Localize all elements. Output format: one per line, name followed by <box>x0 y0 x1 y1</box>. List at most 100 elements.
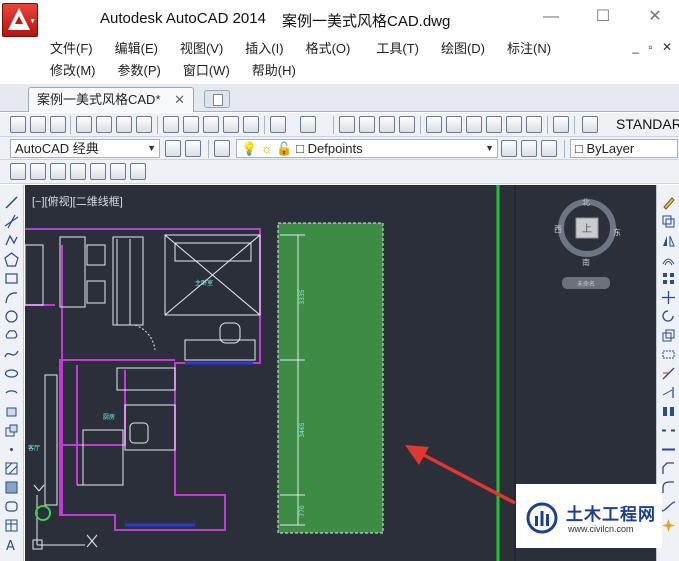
point-icon[interactable] <box>4 442 19 457</box>
erase-icon[interactable] <box>661 195 676 210</box>
scale-icon[interactable] <box>661 328 676 343</box>
stretch-icon[interactable] <box>661 347 676 362</box>
redo-icon[interactable] <box>300 116 316 133</box>
menu-file[interactable]: 文件(F) <box>50 38 93 60</box>
arc-icon[interactable] <box>4 290 19 305</box>
menu-tools[interactable]: 工具(T) <box>376 38 419 60</box>
copy-icon[interactable] <box>183 116 199 133</box>
cut-icon[interactable] <box>163 116 179 133</box>
menu-window[interactable]: 窗口(W) <box>183 60 230 82</box>
calculator-icon[interactable] <box>526 116 542 133</box>
layer-state-icon[interactable] <box>541 140 557 157</box>
document-window-controls[interactable]: _ ▫ ✕ <box>632 40 675 54</box>
ellipse-arc-icon[interactable] <box>4 385 19 400</box>
save-icon[interactable] <box>50 116 66 133</box>
table-icon[interactable] <box>4 518 19 533</box>
workspace-settings-icon[interactable] <box>165 140 181 157</box>
plot-icon[interactable] <box>76 116 92 133</box>
make-block-icon[interactable] <box>4 423 19 438</box>
design-center-icon[interactable] <box>446 116 462 133</box>
polyline-icon[interactable] <box>4 233 19 248</box>
circle-icon[interactable] <box>4 309 19 324</box>
markup-icon[interactable] <box>506 116 522 133</box>
copy-object-icon[interactable] <box>661 214 676 229</box>
undo-icon[interactable] <box>270 116 286 133</box>
blend-curves-icon[interactable] <box>661 499 676 514</box>
pan-icon[interactable] <box>339 116 355 133</box>
sheet-set-icon[interactable] <box>486 116 502 133</box>
gradient-icon[interactable] <box>4 480 19 495</box>
tool-palettes-icon[interactable] <box>466 116 482 133</box>
menu-parameters[interactable]: 参数(P) <box>118 60 161 82</box>
construction-line-icon[interactable] <box>4 214 19 229</box>
paste-icon[interactable] <box>203 116 219 133</box>
text-style-icon[interactable] <box>582 116 598 133</box>
minimize-button[interactable]: — <box>536 6 566 28</box>
block-editor-icon[interactable] <box>243 116 259 133</box>
customize-icon[interactable] <box>185 140 201 157</box>
close-button[interactable]: ✕ <box>640 6 670 28</box>
revision-cloud-icon[interactable] <box>4 328 19 343</box>
array-icon[interactable] <box>661 271 676 286</box>
new-drawing-tab-button[interactable] <box>204 90 230 108</box>
move-icon[interactable] <box>661 290 676 305</box>
plot-preview-icon[interactable] <box>96 116 112 133</box>
hatch-icon[interactable] <box>4 461 19 476</box>
viewcube[interactable] <box>558 199 616 289</box>
help-icon[interactable] <box>553 116 569 133</box>
ellipse-icon[interactable] <box>4 366 19 381</box>
layer-lock-tool-icon[interactable] <box>90 163 106 180</box>
viewport-controls-label[interactable]: [−][俯视][二维线框] <box>32 193 123 209</box>
rectangle-icon[interactable] <box>4 271 19 286</box>
color-dropdown[interactable]: □ ByLayer <box>570 139 678 158</box>
menu-draw[interactable]: 绘图(D) <box>441 38 485 60</box>
break-icon[interactable] <box>661 423 676 438</box>
explode-icon[interactable] <box>661 518 676 533</box>
trim-icon[interactable] <box>661 366 676 381</box>
layer-properties-icon[interactable] <box>214 140 230 157</box>
region-icon[interactable] <box>4 499 19 514</box>
menu-edit[interactable]: 编辑(E) <box>115 38 158 60</box>
break-at-point-icon[interactable] <box>661 404 676 419</box>
make-current-layer-icon[interactable] <box>501 140 517 157</box>
menu-insert[interactable]: 插入(I) <box>245 38 283 60</box>
new-file-icon[interactable] <box>10 116 26 133</box>
application-menu-button[interactable]: ▼ <box>2 3 38 37</box>
layer-isolate-icon[interactable] <box>30 163 46 180</box>
layer-dropdown[interactable]: 💡 ☼ 🔓 □ Defpoints ▼ <box>236 139 498 158</box>
spline-icon[interactable] <box>4 347 19 362</box>
multiline-text-icon[interactable]: A <box>4 537 19 554</box>
maximize-button[interactable]: ☐ <box>588 6 618 28</box>
publish-icon[interactable] <box>116 116 132 133</box>
extend-icon[interactable] <box>661 385 676 400</box>
line-icon[interactable] <box>4 195 19 210</box>
layer-freeze-icon[interactable] <box>50 163 66 180</box>
layer-merge-icon[interactable] <box>110 163 126 180</box>
open-file-icon[interactable] <box>30 116 46 133</box>
file-tab-active[interactable]: 案例一美式风格CAD* ✕ <box>28 87 194 112</box>
layer-previous-icon[interactable] <box>521 140 537 157</box>
fillet-icon[interactable] <box>661 480 676 495</box>
zoom-previous-icon[interactable] <box>399 116 415 133</box>
properties-icon[interactable] <box>426 116 442 133</box>
zoom-window-icon[interactable] <box>379 116 395 133</box>
offset-icon[interactable] <box>661 252 676 267</box>
layer-off-icon[interactable] <box>70 163 86 180</box>
menu-view[interactable]: 视图(V) <box>180 38 223 60</box>
join-icon[interactable] <box>661 442 676 457</box>
chamfer-icon[interactable] <box>661 461 676 476</box>
workspace-dropdown[interactable]: AutoCAD 经典 ▼ <box>10 139 160 158</box>
layer-match-icon[interactable] <box>10 163 26 180</box>
menu-help[interactable]: 帮助(H) <box>252 60 296 82</box>
match-properties-icon[interactable] <box>223 116 239 133</box>
menu-dimension[interactable]: 标注(N) <box>507 38 551 60</box>
rotate-icon[interactable] <box>661 309 676 324</box>
text-style-name[interactable]: STANDARD <box>616 116 679 132</box>
3d-print-icon[interactable] <box>136 116 152 133</box>
polygon-icon[interactable] <box>4 252 19 267</box>
insert-block-icon[interactable] <box>4 404 19 419</box>
zoom-realtime-icon[interactable] <box>359 116 375 133</box>
selected-rectangle[interactable] <box>277 222 384 534</box>
layer-delete-icon[interactable] <box>130 163 146 180</box>
mirror-icon[interactable] <box>661 233 676 248</box>
